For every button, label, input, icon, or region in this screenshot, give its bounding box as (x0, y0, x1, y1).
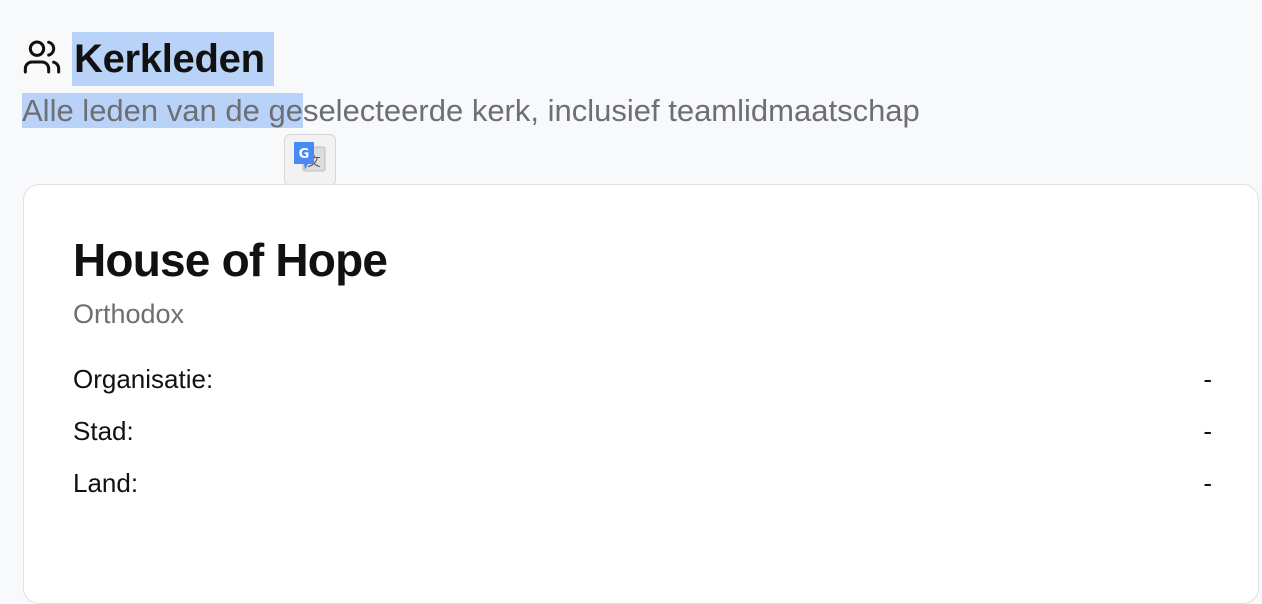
field-label: Stad: (73, 415, 134, 446)
field-label: Organisatie: (73, 363, 214, 394)
subtitle-selected-text: Alle leden van de ge (22, 93, 303, 128)
church-name: House of Hope (73, 234, 388, 286)
users-icon (22, 37, 62, 77)
field-value: - (1203, 363, 1212, 394)
church-card: House of Hope Orthodox Organisatie: - St… (23, 184, 1259, 604)
title-row: Kerkleden (22, 32, 920, 86)
field-row-country: Land: - (73, 465, 1212, 501)
page-subtitle: Alle leden van de geselecteerde kerk, in… (22, 89, 920, 133)
field-row-city: Stad: - (73, 413, 1212, 449)
page-title: Kerkleden (72, 32, 274, 86)
field-value: - (1203, 415, 1212, 446)
church-denomination: Orthodox (73, 299, 185, 329)
subtitle-text: selecteerde kerk, inclusief teamlidmaats… (302, 93, 920, 128)
google-translate-icon: 文 G (291, 139, 329, 182)
field-label: Land: (73, 467, 139, 498)
field-value: - (1203, 467, 1212, 498)
svg-text:G: G (299, 147, 310, 162)
field-row-organisation: Organisatie: - (73, 361, 1212, 397)
page-header: Kerkleden Alle leden van de geselecteerd… (22, 32, 920, 133)
translate-button[interactable]: 文 G (284, 134, 336, 186)
